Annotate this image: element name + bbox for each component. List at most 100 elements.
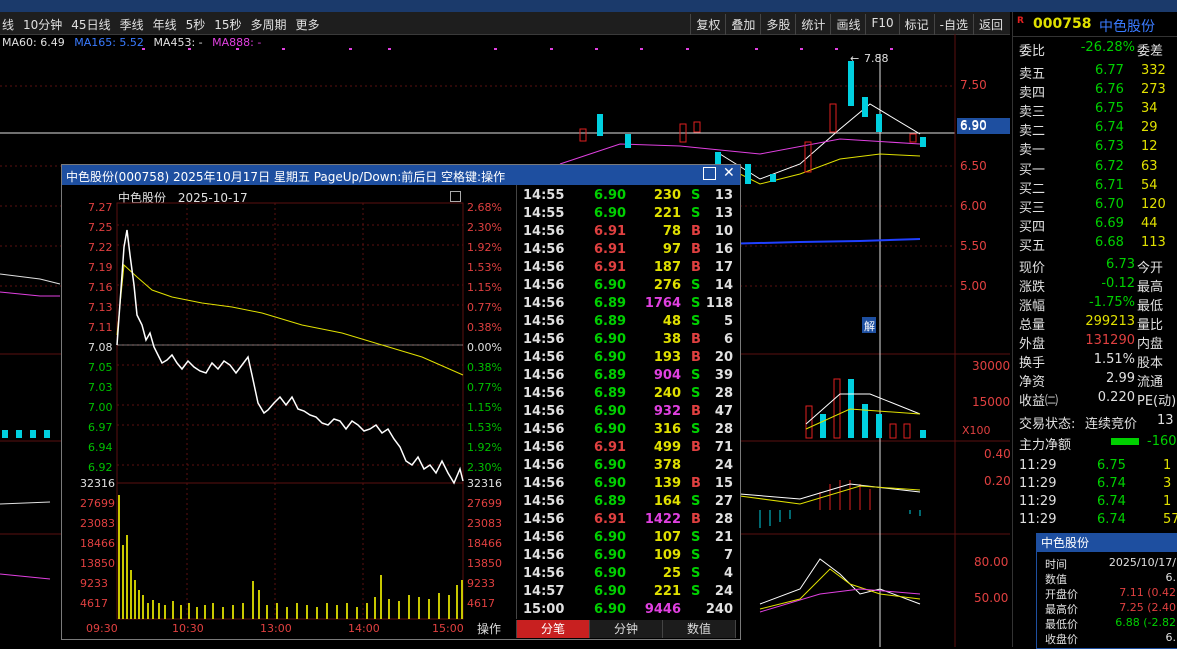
popup-time-label: 14:00 (348, 622, 380, 635)
tick-side: S (691, 386, 701, 401)
tick-side: B (691, 350, 701, 365)
ask-label: 卖五 (1019, 67, 1046, 82)
tick-count: 5 (723, 314, 733, 329)
toolbar-right-1[interactable]: 叠加 (725, 14, 760, 35)
tab-1[interactable]: 分笔 (517, 620, 590, 638)
popup-titlebar[interactable]: 中色股份(000758) 2025年10月17日 星期五 PageUp/Down… (62, 165, 740, 185)
tick-row: 14:56 6.91 187 B 17 (517, 259, 735, 277)
kdj-label-80: 80.00 (974, 555, 1009, 569)
tick-time: 14:56 (523, 260, 565, 275)
price-label-550: 5.50 (960, 239, 987, 253)
toolbar-right-5[interactable]: F10 (865, 14, 898, 35)
toolbar-item-7[interactable]: 多周期 (251, 18, 287, 32)
tick-list[interactable]: 14:55 6.90 230 S 13 14:55 6.90 221 S 13 14:56 6.91 7… (516, 185, 741, 619)
stock-header: 000758 中色股份 R (1013, 12, 1177, 37)
trade-time: 11:29 (1019, 476, 1057, 491)
tick-time: 14:56 (523, 332, 565, 347)
tick-side: S (691, 584, 701, 599)
tick-row: 14:56 6.91 78 B 10 (517, 223, 735, 241)
tick-price: 6.89 (594, 494, 627, 509)
tooltip-value: 7.25 (2.40 (1119, 601, 1176, 614)
tab-2[interactable]: 分钟 (590, 620, 663, 638)
tab-3[interactable]: 数值 (663, 620, 736, 638)
tick-time: 14:56 (523, 530, 565, 545)
tick-side: S (691, 494, 701, 509)
toolbar-item-0[interactable]: 线 (2, 18, 14, 32)
bid-label: 买二 (1019, 182, 1046, 197)
tick-side: S (691, 188, 701, 203)
bid-label: 买五 (1019, 239, 1046, 254)
stat-label2: PE(动) (1137, 394, 1177, 409)
tick-time: 14:56 (523, 440, 565, 455)
tick-price: 6.90 (594, 548, 627, 563)
ask-price: 6.77 (1095, 63, 1124, 78)
toolbar-item-3[interactable]: 季线 (120, 18, 144, 32)
tick-time: 14:56 (523, 350, 565, 365)
tick-count: 39 (714, 368, 733, 383)
intraday-chart[interactable] (62, 185, 516, 621)
popup-pct-label: 0.38% (467, 321, 502, 334)
toolbar-right-0[interactable]: 复权 (690, 14, 725, 35)
tick-price: 6.91 (594, 440, 627, 455)
popup-vol-label-right: 32316 (467, 477, 502, 490)
toolbar-item-8[interactable]: 更多 (296, 18, 320, 32)
popup-pct-label: 1.92% (467, 441, 502, 454)
toolbar-right-8[interactable]: 返回 (972, 14, 1008, 35)
toolbar-item-5[interactable]: 5秒 (186, 18, 206, 32)
tick-price: 6.90 (594, 404, 627, 419)
toolbar-item-6[interactable]: 15秒 (214, 18, 241, 32)
r-badge-icon: R (1017, 16, 1024, 26)
bid-label: 买一 (1019, 163, 1046, 178)
tick-time: 14:55 (523, 188, 565, 203)
tick-row: 14:57 6.90 221 S 24 (517, 583, 735, 601)
stat-label2: 今开 (1137, 261, 1164, 276)
popup-vol-label-left: 32316 (80, 477, 115, 490)
popup-price-label: 7.13 (88, 301, 113, 314)
bid-price: 6.68 (1095, 235, 1124, 250)
toolbar-item-1[interactable]: 10分钟 (23, 18, 62, 32)
tick-volume: 276 (653, 278, 681, 293)
popup-price-label: 7.05 (88, 361, 113, 374)
jie-marker[interactable]: 解 (864, 318, 875, 334)
tick-volume: 932 (653, 404, 681, 419)
high-price-label: 7.88 (864, 52, 889, 65)
ask-label: 卖二 (1019, 124, 1046, 139)
intraday-popup[interactable]: 中色股份(000758) 2025年10月17日 星期五 PageUp/Down… (61, 164, 741, 640)
toolbar-right-7[interactable]: -自选 (933, 14, 973, 35)
popup-vol-label-left: 13850 (80, 557, 115, 570)
tick-volume: 904 (653, 368, 681, 383)
popup-pct-label: 1.92% (467, 241, 502, 254)
tick-count: 240 (705, 602, 733, 617)
toolbar-item-4[interactable]: 年线 (153, 18, 177, 32)
tooltip-title: 中色股份 (1037, 534, 1177, 552)
toolbar-right-4[interactable]: 画线 (830, 14, 865, 35)
maximize-icon[interactable] (703, 167, 716, 180)
tick-row: 14:56 6.91 499 B 71 (517, 439, 735, 457)
quote-row: 卖三 6.75 34 (1013, 100, 1177, 120)
tick-price: 6.91 (594, 512, 627, 527)
ask-volume: 34 (1141, 101, 1158, 116)
popup-price-label: 6.97 (88, 421, 113, 434)
quote-row: 净资 2.99 流通 (1013, 370, 1177, 390)
popup-vol-label-right: 13850 (467, 557, 502, 570)
tick-volume: 240 (653, 386, 681, 401)
tick-row: 15:00 6.90 9446 240 (517, 601, 735, 619)
toolbar-item-2[interactable]: 45日线 (71, 18, 110, 32)
price-label-500: 5.00 (960, 279, 987, 293)
popup-time-label: 13:00 (260, 622, 292, 635)
toolbar-right-6[interactable]: 标记 (898, 14, 934, 35)
close-icon[interactable]: ✕ (723, 165, 735, 181)
stat-label: 总量 (1019, 318, 1046, 333)
tick-price: 6.89 (594, 368, 627, 383)
tab-0[interactable]: 操作 (462, 620, 517, 638)
bid-price: 6.71 (1095, 178, 1124, 193)
ask-volume: 29 (1141, 120, 1158, 135)
toolbar-right-2[interactable]: 多股 (760, 14, 795, 35)
vol-unit-label: X100 (962, 424, 991, 437)
popup-vol-label-left: 18466 (80, 537, 115, 550)
toolbar-right-3[interactable]: 统计 (795, 14, 830, 35)
tick-count: 16 (714, 242, 733, 257)
svg-text:←: ← (850, 52, 859, 65)
quote-row: 买三 6.70 120 (1013, 196, 1177, 216)
quote-row: 涨跌 -0.12 最高 (1013, 275, 1177, 295)
